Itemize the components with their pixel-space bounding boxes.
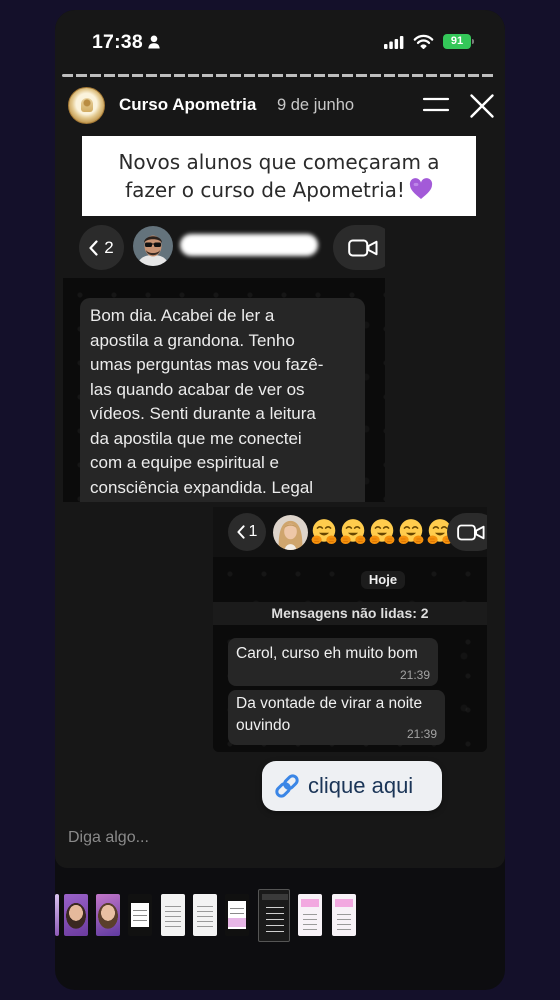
message-line: com a equipe espiritual e <box>90 453 280 472</box>
story-thumbnail[interactable] <box>161 894 185 936</box>
video-call-button <box>447 513 487 551</box>
hugging-face-icon <box>339 518 367 546</box>
link-icon <box>275 774 299 798</box>
story-thumbnail[interactable] <box>55 894 59 936</box>
author-avatar[interactable] <box>68 87 105 124</box>
message-line: vídeos. Senti durante a leitura <box>90 404 316 423</box>
chevron-left-icon <box>237 525 245 539</box>
story-date: 9 de junho <box>277 96 355 114</box>
video-call-icon <box>457 523 485 542</box>
author-name[interactable]: Curso Apometria <box>119 95 256 115</box>
link-sticker-label: clique aqui <box>308 773 414 798</box>
story-thumbnail[interactable] <box>96 894 120 936</box>
message-line: da apostila que me conectei <box>90 428 302 448</box>
purple-heart-icon <box>409 178 433 199</box>
contact-avatar <box>133 226 173 266</box>
story-progress-bar <box>62 74 495 77</box>
menu-icon[interactable] <box>422 95 450 115</box>
link-sticker[interactable]: clique aqui <box>262 761 442 811</box>
back-count: 2 <box>104 237 114 257</box>
story-thumbnail[interactable] <box>332 894 356 936</box>
unread-banner: Mensagens não lidas: 2 <box>213 602 487 625</box>
redacted-contact-name <box>180 234 318 256</box>
chat-screenshot-2: 1 Hoje Mensagens não lidas: 2 Carol, cur… <box>213 507 487 752</box>
message-text: Carol, curso eh muito bom <box>236 645 418 662</box>
contact-name-emojis <box>310 518 454 546</box>
message-line: consciência expandida. Legal <box>90 477 314 497</box>
battery-icon: 91 <box>443 34 471 49</box>
story-thumbnail[interactable] <box>193 894 217 936</box>
caption-line-text: fazer o curso de Apometria! <box>125 178 405 202</box>
caption-line-2: fazer o curso de Apometria! <box>82 176 476 204</box>
video-call-icon <box>348 238 378 258</box>
cellular-signal-icon <box>384 36 404 49</box>
back-count: 1 <box>248 523 258 540</box>
message-line: apostila a grandona. Tenho <box>90 330 295 350</box>
back-button: 1 <box>228 513 266 551</box>
message-time: 21:39 <box>406 727 437 741</box>
story-thumbnail-current[interactable] <box>258 889 290 942</box>
chat-screenshot-1: 2 Bom dia. Acabei de ler a apostila a gr… <box>63 218 385 502</box>
hugging-face-icon <box>397 518 425 546</box>
wifi-icon <box>413 34 434 49</box>
caption-line: Novos alunos que começaram a <box>118 150 440 174</box>
back-button: 2 <box>79 225 124 270</box>
date-chip: Hoje <box>361 571 405 589</box>
story-caption: Novos alunos que começaram a fazer o cur… <box>82 136 476 216</box>
story-thumbnail[interactable] <box>64 894 88 936</box>
incoming-message-bubble: Da vontade de virar a noite ouvindo 21:3… <box>228 690 445 745</box>
close-icon[interactable] <box>469 93 495 119</box>
story-thumbnail[interactable] <box>298 894 322 936</box>
status-time: 17:38 <box>92 31 143 53</box>
story-thumbnail[interactable] <box>225 894 249 936</box>
story-thumbnail[interactable] <box>128 894 152 936</box>
message-time: 21:39 <box>399 668 430 682</box>
video-call-button <box>333 225 385 270</box>
message-line: las quando acabar de ver os <box>90 379 305 399</box>
incoming-message-bubble: Bom dia. Acabei de ler a apostila a gran… <box>80 298 365 502</box>
chevron-left-icon <box>89 240 98 256</box>
hugging-face-icon <box>368 518 396 546</box>
message-line: Bom dia. Acabei de ler a <box>90 306 275 325</box>
message-text: Da vontade de virar a noite <box>236 695 423 712</box>
person-icon <box>148 35 160 49</box>
contact-avatar <box>273 515 308 550</box>
reply-input[interactable] <box>68 826 468 850</box>
message-line: umas perguntas mas vou fazê- <box>90 355 324 374</box>
hugging-face-icon <box>310 518 338 546</box>
incoming-message-bubble: Carol, curso eh muito bom 21:39 <box>228 638 438 686</box>
